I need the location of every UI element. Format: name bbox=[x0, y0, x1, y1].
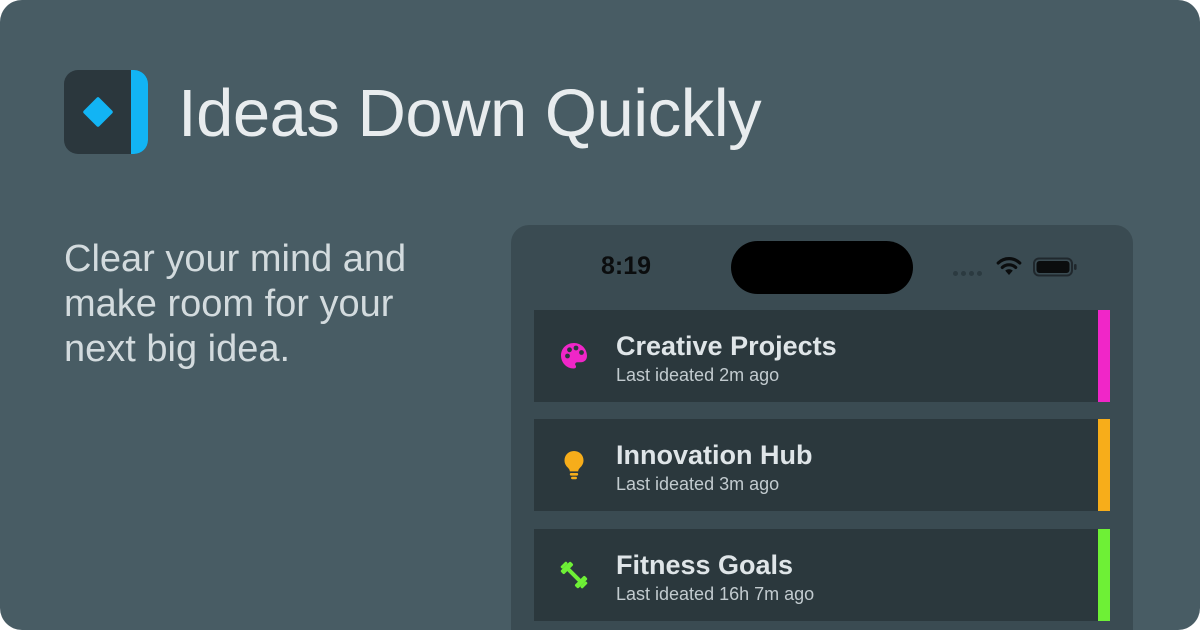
wifi-icon bbox=[996, 257, 1022, 275]
dynamic-island bbox=[731, 241, 913, 294]
item-subtitle: Last ideated 2m ago bbox=[616, 365, 780, 385]
color-accent-bar bbox=[1098, 529, 1110, 621]
lightbulb-icon bbox=[564, 451, 584, 480]
color-accent-bar bbox=[1098, 419, 1110, 511]
logo-accent-bar bbox=[131, 70, 148, 154]
list-item-innovation-hub[interactable]: Innovation Hub Last ideated 3m ago bbox=[534, 419, 1110, 511]
dumbbell-icon bbox=[560, 561, 588, 589]
list-item-fitness-goals[interactable]: Fitness Goals Last ideated 16h 7m ago bbox=[534, 529, 1110, 621]
battery-icon bbox=[1033, 257, 1077, 277]
item-subtitle: Last ideated 16h 7m ago bbox=[616, 584, 815, 604]
phone-mockup: 8:19 Creative Projects Last ideated 2m a… bbox=[511, 225, 1133, 630]
cellular-dots-icon bbox=[953, 271, 982, 277]
app-title: Ideas Down Quickly bbox=[178, 76, 762, 151]
item-title: Creative Projects bbox=[616, 331, 837, 361]
color-accent-bar bbox=[1098, 310, 1110, 402]
status-time: 8:19 bbox=[601, 252, 652, 280]
palette-icon bbox=[561, 343, 587, 369]
diamond-icon bbox=[82, 96, 114, 128]
item-title: Fitness Goals bbox=[616, 550, 794, 580]
tagline: Clear your mind and make room for your n… bbox=[64, 238, 407, 370]
app-logo bbox=[64, 70, 148, 154]
item-title: Innovation Hub bbox=[616, 440, 813, 470]
promo-card: Ideas Down Quickly Clear your mind and m… bbox=[0, 0, 1200, 630]
list-item-creative-projects[interactable]: Creative Projects Last ideated 2m ago bbox=[534, 310, 1110, 402]
item-subtitle: Last ideated 3m ago bbox=[616, 474, 780, 494]
